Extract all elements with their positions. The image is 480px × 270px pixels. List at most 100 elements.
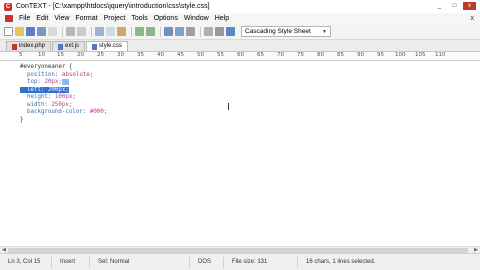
ruler-tick: 35: [137, 52, 144, 58]
menu-help[interactable]: Help: [212, 15, 232, 22]
menu-file[interactable]: File: [16, 15, 33, 22]
syntax-highlighter-select[interactable]: Cascading Style Sheet ▼: [241, 26, 331, 37]
editor-gutter: [0, 61, 15, 246]
syntax-selected-value: Cascading Style Sheet: [245, 28, 311, 35]
insert-mode: Insert: [52, 256, 90, 268]
document-icon[interactable]: [5, 15, 13, 22]
print-icon[interactable]: [66, 27, 75, 36]
code-line-selected: left: 200px;: [20, 86, 107, 95]
paste-icon[interactable]: [117, 27, 126, 36]
ruler-tick: 85: [337, 52, 344, 58]
maximize-button[interactable]: □: [448, 2, 461, 10]
selection-info: 16 chars, 1 lines selected.: [306, 258, 376, 265]
css-value: 20px;: [44, 79, 62, 85]
ruler-tick: 50: [197, 52, 204, 58]
css-property: background-color:: [26, 109, 87, 115]
ruler-tick: 60: [237, 52, 244, 58]
menu-options[interactable]: Options: [151, 15, 181, 22]
ruler-tick: 75: [297, 52, 304, 58]
toolbar-separator: [160, 26, 161, 37]
css-value: 200px;: [47, 86, 69, 93]
ruler-tick: 80: [317, 52, 324, 58]
new-file-icon[interactable]: [4, 27, 13, 36]
title-bar: C ConTEXT - [C:\xampp\htdocs\jquery\intr…: [0, 0, 480, 13]
tab-index-php[interactable]: index.php: [6, 41, 52, 51]
mouse-cursor-icon: [228, 103, 229, 110]
ruler-tick: 20: [77, 52, 84, 58]
settings-icon[interactable]: [215, 27, 224, 36]
cut-icon[interactable]: [95, 27, 104, 36]
ruler-tick: 100: [395, 52, 406, 58]
chevron-down-icon: ▼: [322, 28, 327, 35]
code-line: top: 20px;: [20, 79, 107, 87]
ruler-tick: 90: [357, 52, 364, 58]
document-close-icon[interactable]: x: [471, 15, 475, 22]
css-value: 250px;: [51, 101, 73, 108]
ruler-tick: 40: [157, 52, 164, 58]
file-tabs: index.php ext.js style.css: [0, 40, 480, 52]
save-all-icon[interactable]: [37, 27, 46, 36]
help-icon[interactable]: [226, 27, 235, 36]
print-preview-icon[interactable]: [77, 27, 86, 36]
toolbar-separator: [62, 26, 63, 37]
close-button[interactable]: x: [463, 2, 476, 10]
code-line: background-color: #000;: [20, 109, 107, 117]
menu-project[interactable]: Project: [101, 15, 129, 22]
css-property: position:: [26, 71, 59, 78]
tab-label: ext.js: [65, 43, 80, 49]
status-bar: Ln 3, Col 15 Insert Sel: Normal DOS File…: [0, 253, 480, 270]
selection-partial: [61, 79, 69, 85]
tab-style-css[interactable]: style.css: [86, 41, 129, 51]
code-line: }: [20, 117, 107, 125]
code-content[interactable]: #everyoneaner { position: absolute; top:…: [20, 64, 107, 124]
code-line: width: 250px;: [20, 102, 107, 110]
copy-icon[interactable]: [106, 27, 115, 36]
open-file-icon[interactable]: [15, 27, 24, 36]
ruler-tick: 45: [177, 52, 184, 58]
close-file-icon[interactable]: [48, 27, 57, 36]
toolbar-separator: [200, 26, 201, 37]
css-property: height:: [26, 94, 52, 100]
ruler-tick: 5: [19, 52, 23, 58]
ruler-tick: 95: [377, 52, 384, 58]
selected-text: left: 200px;: [20, 86, 69, 93]
menu-view[interactable]: View: [51, 15, 72, 22]
menu-edit[interactable]: Edit: [33, 15, 51, 22]
line-ending-format: DOS: [190, 256, 224, 268]
js-file-icon: [58, 43, 64, 50]
find-icon[interactable]: [164, 27, 173, 36]
ruler-tick: 25: [97, 52, 104, 58]
redo-icon[interactable]: [146, 27, 155, 36]
replace-icon[interactable]: [186, 27, 195, 36]
code-editor[interactable]: #everyoneaner { position: absolute; top:…: [0, 61, 480, 246]
word-wrap-icon[interactable]: [204, 27, 213, 36]
ruler-tick: 65: [257, 52, 264, 58]
tab-ext-js[interactable]: ext.js: [52, 41, 86, 51]
css-selector: #everyoneaner {: [20, 64, 73, 70]
php-file-icon: [12, 43, 17, 50]
css-value: 100px;: [54, 94, 76, 100]
menu-format[interactable]: Format: [72, 15, 100, 22]
find-next-icon[interactable]: [175, 27, 184, 36]
horizontal-scrollbar[interactable]: ◀ ▶: [0, 246, 480, 253]
menu-bar: File Edit View Format Project Tools Opti…: [0, 13, 480, 24]
code-line: #everyoneaner {: [20, 64, 107, 72]
ruler-tick: 55: [217, 52, 224, 58]
css-closing-brace: }: [20, 116, 24, 123]
ruler-tick: 15: [57, 52, 64, 58]
save-icon[interactable]: [26, 27, 35, 36]
menu-tools[interactable]: Tools: [128, 15, 150, 22]
app-icon: C: [4, 2, 12, 11]
css-property: left:: [26, 86, 45, 93]
undo-icon[interactable]: [135, 27, 144, 36]
window-controls: _ □ x: [433, 2, 476, 10]
ruler-tick: 105: [415, 52, 426, 58]
css-property: width:: [26, 101, 48, 108]
selection-mode: Sel: Normal: [90, 256, 190, 268]
minimize-button[interactable]: _: [433, 2, 446, 10]
menu-window[interactable]: Window: [181, 15, 212, 22]
ruler-tick: 70: [277, 52, 284, 58]
tab-label: style.css: [99, 43, 123, 49]
css-value: #000;: [89, 109, 108, 115]
ruler-tick: 30: [117, 52, 124, 58]
